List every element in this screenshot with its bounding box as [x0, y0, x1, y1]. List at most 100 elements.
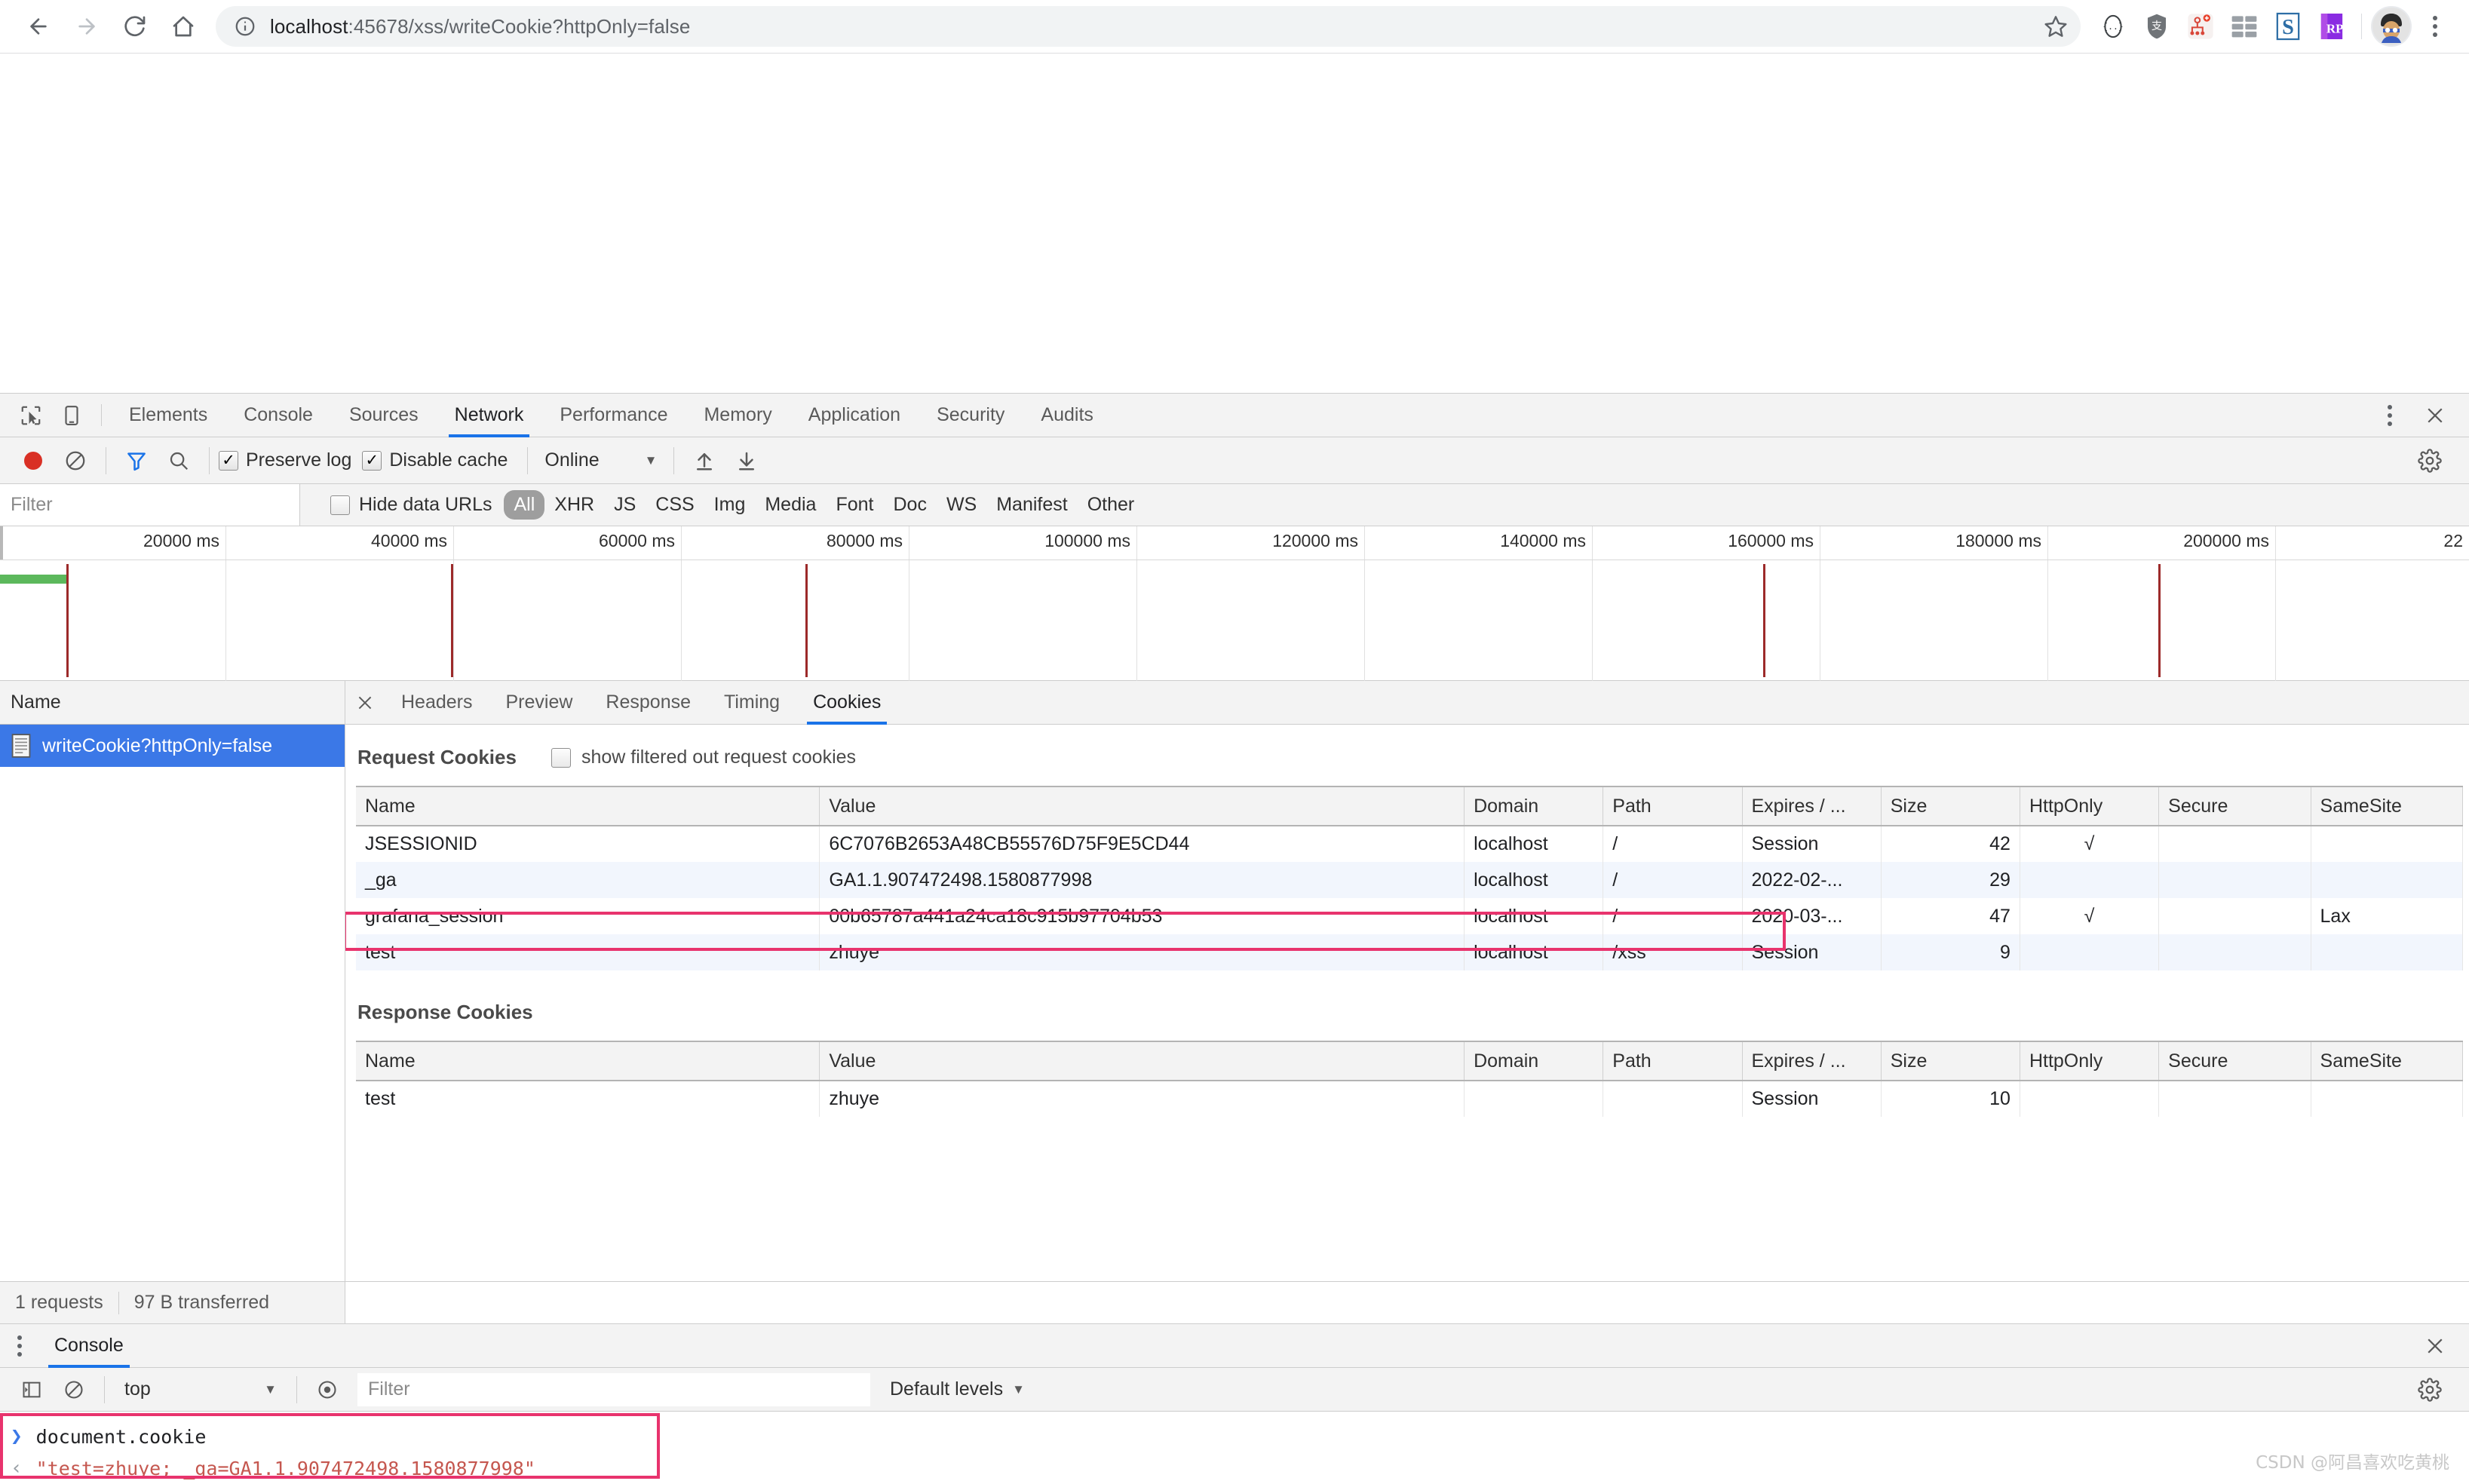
console-context-select[interactable]: top ▼	[114, 1378, 287, 1400]
address-bar[interactable]: localhost:45678/xss/writeCookie?httpOnly…	[216, 6, 2081, 47]
detail-tab-cookies[interactable]: Cookies	[796, 681, 897, 725]
tab-memory[interactable]: Memory	[685, 394, 790, 437]
col-header-httponly[interactable]: HttpOnly	[2020, 1041, 2160, 1081]
drawer-tab-console[interactable]: Console	[39, 1324, 139, 1368]
col-header-samesite[interactable]: SameSite	[2311, 1041, 2464, 1081]
record-stop-icon[interactable]	[12, 440, 54, 482]
col-header-secure[interactable]: Secure	[2158, 1041, 2311, 1081]
console-levels-select[interactable]: Default levels ▼	[890, 1378, 1025, 1400]
filter-pill-doc[interactable]: Doc	[883, 490, 936, 520]
col-header-value[interactable]: Value	[819, 786, 1465, 826]
console-filter-input[interactable]	[357, 1372, 870, 1406]
drawer-menu-icon[interactable]	[0, 1324, 39, 1367]
tab-sources[interactable]: Sources	[331, 394, 437, 437]
col-header-size[interactable]: Size	[1881, 1041, 2020, 1081]
tab-performance[interactable]: Performance	[541, 394, 685, 437]
tab-security[interactable]: Security	[919, 394, 1023, 437]
requests-column-header[interactable]: Name	[0, 681, 345, 725]
col-header-name[interactable]: Name	[356, 786, 820, 826]
json-viewer-icon[interactable]: {..}	[2093, 6, 2133, 47]
detail-close-icon[interactable]	[345, 681, 385, 724]
grid-layout-icon[interactable]	[2224, 6, 2265, 47]
drawer-close-icon[interactable]	[2416, 1327, 2454, 1365]
col-header-name[interactable]: Name	[356, 1041, 820, 1081]
console-sidebar-icon[interactable]	[11, 1369, 53, 1411]
filter-pill-xhr[interactable]: XHR	[544, 490, 604, 520]
search-icon[interactable]	[158, 440, 200, 482]
hide-data-urls-checkbox[interactable]: Hide data URLs	[330, 494, 492, 516]
detail-tab-timing[interactable]: Timing	[707, 681, 796, 724]
console-settings-gear-icon[interactable]	[2409, 1369, 2451, 1411]
table-row[interactable]: _ga GA1.1.907472498.1580877998 localhost…	[356, 862, 2464, 898]
chrome-menu-icon[interactable]	[2415, 6, 2455, 47]
inspect-element-icon[interactable]	[11, 394, 51, 437]
console-clear-icon[interactable]	[53, 1369, 95, 1411]
devtools-tabs: Elements Console Sources Network Perform…	[111, 394, 1112, 437]
col-header-expires[interactable]: Expires / ...	[1742, 786, 1882, 826]
col-header-expires[interactable]: Expires / ...	[1742, 1041, 1882, 1081]
profile-avatar[interactable]	[2371, 6, 2412, 47]
network-settings-gear-icon[interactable]	[2409, 440, 2451, 482]
show-filtered-cookies-checkbox[interactable]: show filtered out request cookies	[551, 747, 856, 768]
filter-pill-js[interactable]: JS	[604, 490, 646, 520]
forward-arrow-icon[interactable]	[65, 5, 109, 48]
devtools-more-icon[interactable]	[2371, 397, 2409, 434]
network-filter-input[interactable]	[0, 484, 300, 526]
filter-pill-manifest[interactable]: Manifest	[986, 490, 1077, 520]
filter-pill-css[interactable]: CSS	[646, 490, 704, 520]
filter-pill-font[interactable]: Font	[826, 490, 883, 520]
filter-pill-img[interactable]: Img	[704, 490, 756, 520]
home-icon[interactable]	[161, 5, 205, 48]
tab-console[interactable]: Console	[225, 394, 331, 437]
network-summary: 1 requests 97 B transferred	[0, 1282, 345, 1323]
page-info-icon[interactable]	[232, 14, 258, 39]
throttling-select[interactable]: Online ▼	[537, 449, 664, 471]
tab-application[interactable]: Application	[790, 394, 919, 437]
live-expression-eye-icon[interactable]	[306, 1369, 348, 1411]
col-header-samesite[interactable]: SameSite	[2311, 786, 2464, 826]
col-header-httponly[interactable]: HttpOnly	[2020, 786, 2160, 826]
sitemap-icon[interactable]	[2180, 6, 2221, 47]
col-header-secure[interactable]: Secure	[2158, 786, 2311, 826]
col-header-path[interactable]: Path	[1603, 1041, 1743, 1081]
disable-cache-checkbox[interactable]: ✓ Disable cache	[362, 449, 508, 471]
clear-icon[interactable]	[54, 440, 97, 482]
col-header-value[interactable]: Value	[819, 1041, 1465, 1081]
devtools-close-icon[interactable]	[2416, 397, 2454, 434]
bookmark-star-icon[interactable]	[2038, 9, 2073, 44]
funnel-filter-icon[interactable]	[115, 440, 158, 482]
col-header-domain[interactable]: Domain	[1464, 786, 1604, 826]
cookie-expires: Session	[1742, 826, 1882, 862]
alipay-shield-icon[interactable]: 支	[2136, 6, 2177, 47]
detail-tab-headers[interactable]: Headers	[385, 681, 489, 724]
preserve-log-checkbox[interactable]: ✓ Preserve log	[219, 449, 351, 471]
back-arrow-icon[interactable]	[17, 5, 60, 48]
device-toolbar-icon[interactable]	[51, 394, 92, 437]
col-header-size[interactable]: Size	[1881, 786, 2020, 826]
detail-tab-preview[interactable]: Preview	[489, 681, 590, 724]
import-har-icon[interactable]	[683, 440, 725, 482]
table-row[interactable]: JSESSIONID 6C7076B2653A48CB55576D75F9E5C…	[356, 826, 2464, 862]
tab-elements[interactable]: Elements	[111, 394, 225, 437]
export-har-icon[interactable]	[725, 440, 768, 482]
col-header-path[interactable]: Path	[1603, 786, 1743, 826]
s-extension-icon[interactable]: S	[2268, 6, 2308, 47]
request-row-writecookie[interactable]: writeCookie?httpOnly=false	[0, 725, 345, 767]
filter-pill-media[interactable]: Media	[755, 490, 826, 520]
table-row[interactable]: test zhuye Session 10	[356, 1081, 2464, 1117]
tab-network[interactable]: Network	[437, 394, 542, 437]
cookie-path: /xss	[1603, 934, 1743, 970]
col-header-domain[interactable]: Domain	[1464, 1041, 1604, 1081]
filter-pill-all[interactable]: All	[504, 490, 545, 520]
detail-tab-response[interactable]: Response	[589, 681, 707, 724]
tab-audits[interactable]: Audits	[1023, 394, 1111, 437]
table-row[interactable]: grafana_session 00b65787a441a24ca18c915b…	[356, 898, 2464, 934]
overview-tick-label: 80000 ms	[826, 531, 903, 550]
filter-pill-other[interactable]: Other	[1078, 490, 1145, 520]
table-row[interactable]: test zhuye localhost /xss Session 9	[356, 934, 2464, 970]
network-overview-timeline[interactable]: 20000 ms 40000 ms 60000 ms 80000 ms 1000…	[0, 526, 2469, 681]
rp-extension-icon[interactable]: RP	[2311, 6, 2352, 47]
reload-icon[interactable]	[113, 5, 157, 48]
console-output[interactable]: ❯ document.cookie ‹ "test=zhuye; _ga=GA1…	[0, 1412, 2469, 1484]
filter-pill-ws[interactable]: WS	[937, 490, 986, 520]
